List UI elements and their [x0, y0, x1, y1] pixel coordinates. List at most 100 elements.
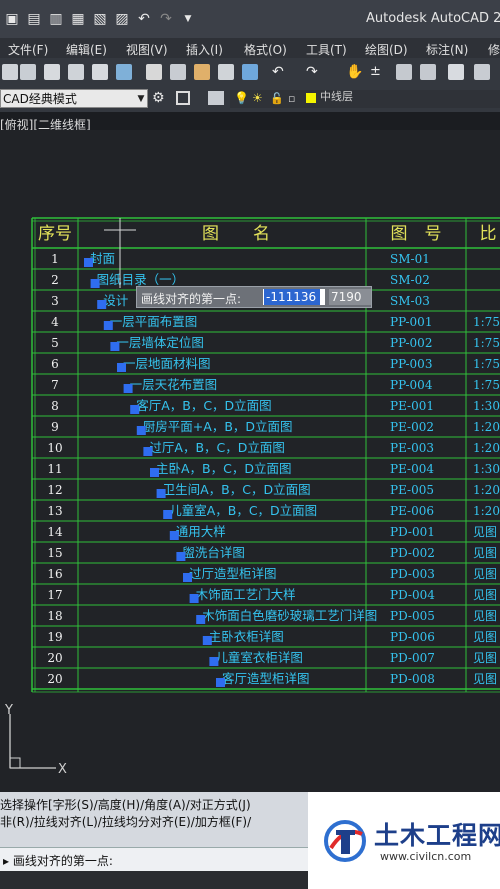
row-index: 7 [51, 378, 59, 392]
text-grip-marker [209, 657, 219, 666]
redo-icon[interactable]: ↷ [158, 11, 174, 27]
menu-dimension[interactable]: 标注(N) [426, 41, 468, 58]
sun-icon: ☀ [252, 91, 263, 105]
standard-toolbar: ↶ ↷ ✋ ± [0, 58, 500, 86]
cut-icon[interactable] [146, 64, 162, 80]
row-name: 主卧衣柜详图 [209, 629, 284, 644]
drawing-canvas: 序号 图 名 图 号 比 1 封面 SM-01 2 图纸目录（一） SM-02 3 设计 SM-03 4 一… [4, 217, 500, 777]
command-prompt-value: 画线对齐的第一点: [12, 854, 113, 868]
row-code: PE-001 [390, 399, 434, 413]
pan-icon[interactable]: ✋ [346, 64, 363, 80]
menu-bar: 文件(F) 编辑(E) 视图(V) 插入(I) 格式(O) 工具(T) 绘图(D… [0, 38, 500, 58]
row-scale: 1:30 [473, 462, 500, 476]
layer-control[interactable]: 💡 ☀ 🔓 ▫ [230, 90, 500, 108]
web-icon[interactable] [116, 64, 132, 80]
copy-icon[interactable] [170, 64, 186, 80]
text-grip-marker [143, 447, 153, 456]
ucs-x-label: X [58, 762, 67, 777]
gear-icon[interactable]: ⚙ [152, 90, 165, 106]
row-code: PE-005 [390, 483, 434, 497]
menu-insert[interactable]: 插入(I) [186, 41, 223, 58]
dropdown-icon[interactable]: ▼ [180, 11, 196, 27]
menu-edit[interactable]: 编辑(E) [66, 41, 107, 58]
row-name: 木饰面工艺门大样 [196, 587, 296, 602]
row-name: 图纸目录（一） [97, 272, 185, 287]
workspace-settings-icon[interactable] [176, 91, 190, 105]
row-name: 卫生间A，B，C，D立面图 [163, 482, 311, 497]
save-as-icon[interactable]: ▦ [70, 11, 86, 27]
menu-format[interactable]: 格式(O) [244, 41, 287, 58]
row-index: 13 [47, 504, 62, 518]
row-index: 14 [47, 525, 63, 539]
row-index: 19 [47, 630, 62, 644]
text-grip-marker [189, 594, 199, 603]
row-code: PD-006 [390, 630, 435, 644]
menu-tools[interactable]: 工具(T) [306, 41, 347, 58]
row-code: PD-001 [390, 525, 435, 539]
print-preview-icon[interactable] [68, 64, 84, 80]
zoom-realtime-icon[interactable]: ± [370, 64, 386, 80]
text-grip-marker [97, 300, 107, 309]
redo-tool-icon[interactable]: ↷ [306, 64, 322, 80]
block-editor-icon[interactable] [242, 64, 258, 80]
new-icon[interactable] [2, 64, 18, 80]
ucs-y-label: Y [4, 703, 13, 718]
dynamic-input-x[interactable]: -111136 [263, 289, 325, 305]
design-center-icon[interactable] [474, 64, 490, 80]
watermark-url: www.civilcn.com [380, 850, 472, 863]
row-scale: 见图 [473, 588, 497, 602]
row-scale: 1:20 [473, 483, 500, 497]
text-grip-marker [183, 573, 192, 582]
app-menu-icon[interactable]: ▣ [4, 11, 20, 27]
text-grip-marker [130, 405, 140, 414]
zoom-window-icon[interactable] [396, 64, 412, 80]
properties-icon[interactable] [448, 64, 464, 80]
row-name: 封面 [90, 251, 115, 266]
publish-icon[interactable]: ▧ [92, 11, 108, 27]
menu-file[interactable]: 文件(F) [8, 41, 48, 58]
paste-icon[interactable] [194, 64, 210, 80]
undo-tool-icon[interactable]: ↶ [272, 64, 288, 80]
menu-view[interactable]: 视图(V) [126, 41, 168, 58]
layer-manager-icon[interactable] [208, 91, 224, 105]
open-icon[interactable]: ▤ [26, 11, 42, 27]
text-grip-marker [117, 363, 126, 372]
workspace-select[interactable]: CAD经典模式 ▼ [0, 89, 148, 108]
row-name: 一层地面材料图 [123, 356, 211, 371]
text-grip-marker [136, 426, 146, 435]
plot-icon[interactable] [44, 64, 60, 80]
row-code: PE-002 [390, 420, 434, 434]
print-icon[interactable]: ▨ [114, 11, 130, 27]
row-name: 主卧A，B，C，D立面图 [156, 461, 291, 476]
row-index: 8 [51, 399, 59, 413]
row-scale: 见图 [473, 567, 497, 581]
match-properties-icon[interactable] [218, 64, 234, 80]
row-name: 一层平面布置图 [110, 314, 198, 329]
row-code: PD-008 [390, 672, 435, 686]
text-grip-marker [202, 636, 212, 645]
status-bar [0, 871, 308, 889]
command-history: 选择操作[字形(S)/高度(H)/角度(A)/对正方式(J) 非(R)/拉线对齐… [0, 792, 308, 847]
undo-icon[interactable]: ↶ [136, 11, 152, 27]
drawing-area[interactable]: 序号 图 名 图 号 比 1 封面 SM-01 2 图纸目录（一） SM-02 3 设计 SM-03 4 一… [0, 130, 500, 792]
row-name: 木饰面白色磨砂玻璃工艺门详图 [202, 608, 377, 623]
header-scale: 比 [480, 224, 497, 244]
dynamic-input-x-value: -111136 [264, 289, 320, 305]
zoom-previous-icon[interactable] [420, 64, 436, 80]
row-scale: 1:75 [473, 336, 500, 350]
row-index: 17 [47, 588, 62, 602]
save-icon[interactable]: ▥ [48, 11, 64, 27]
save-tool-icon[interactable] [20, 64, 36, 80]
row-index: 5 [51, 336, 59, 350]
row-code: PD-004 [390, 588, 435, 602]
dynamic-input-y[interactable]: 7190 [329, 289, 371, 305]
command-prompt[interactable]: ▸ 画线对齐的第一点: [0, 847, 308, 872]
row-scale: 见图 [473, 609, 497, 623]
text-grip-marker [90, 279, 100, 288]
menu-draw[interactable]: 绘图(D) [365, 41, 408, 58]
row-name: 设计 [103, 293, 128, 308]
row-code: PP-003 [390, 357, 432, 371]
header-index: 序号 [38, 224, 72, 244]
menu-modify[interactable]: 修 [488, 41, 500, 58]
publish-tool-icon[interactable] [92, 64, 108, 80]
